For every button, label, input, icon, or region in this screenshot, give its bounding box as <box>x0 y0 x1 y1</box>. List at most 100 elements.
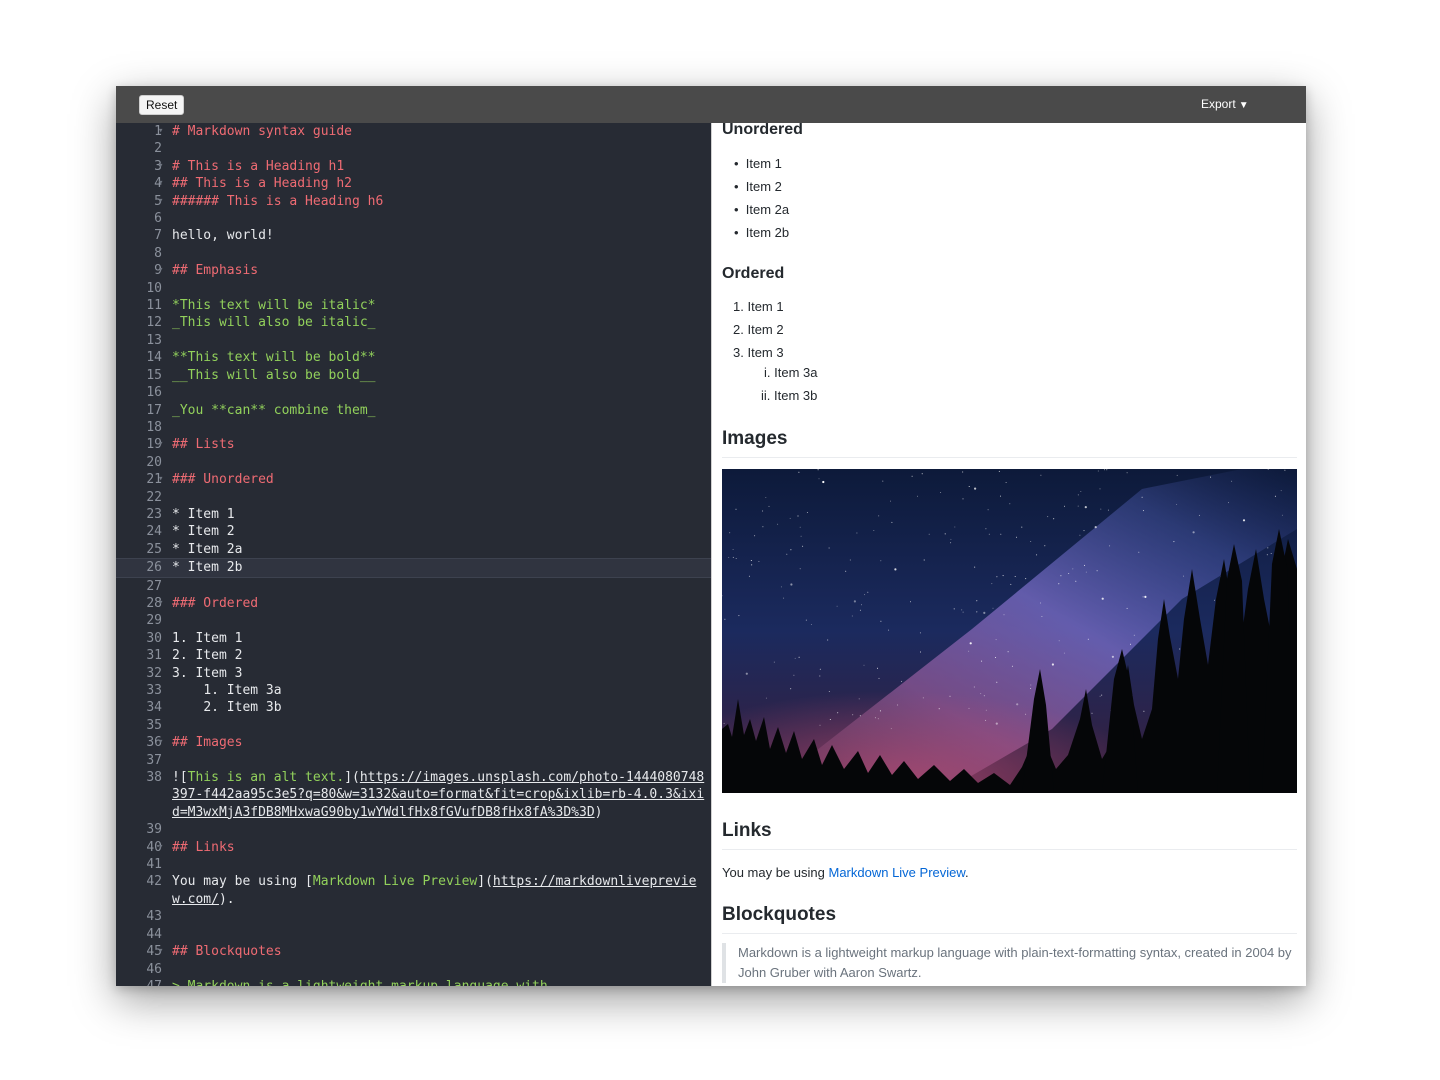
star <box>1099 695 1101 697</box>
star <box>890 500 891 502</box>
editor-line[interactable]: 26 * Item 2b <box>116 558 711 578</box>
editor-line[interactable]: 38 ![This is an alt text.](https://images… <box>116 769 711 821</box>
editor-line[interactable]: 46 <box>116 961 711 978</box>
editor-line[interactable]: 10 <box>116 280 711 297</box>
code-token: ## Emphasis <box>172 263 259 279</box>
fold-arrow-icon[interactable]: ▾ <box>158 436 163 453</box>
code-token: ### Ordered <box>172 595 259 611</box>
editor-line[interactable]: 8 <box>116 245 711 262</box>
editor-line[interactable]: 2 <box>116 140 711 157</box>
list-item: ii. Item 3b <box>761 388 817 403</box>
fold-arrow-icon[interactable]: ▾ <box>158 839 163 856</box>
star <box>1010 583 1012 585</box>
reset-button[interactable]: Reset <box>139 95 185 115</box>
star <box>798 656 800 658</box>
editor-line[interactable]: 4 ▾ ## This is a Heading h2 <box>116 175 711 192</box>
editor-line[interactable]: 25 * Item 2a <box>116 541 711 558</box>
editor-line[interactable]: 37 <box>116 752 711 769</box>
star <box>962 498 964 500</box>
editor-line[interactable]: 5 ▾ ###### This is a Heading h6 <box>116 193 711 210</box>
editor-line[interactable]: 43 <box>116 908 711 925</box>
markdown-live-preview-link[interactable]: Markdown Live Preview <box>828 865 965 880</box>
editor-line[interactable]: 19 ▾ ## Lists <box>116 436 711 453</box>
line-number: 27 <box>146 578 162 594</box>
star <box>748 575 750 577</box>
star <box>1183 575 1184 577</box>
editor-line[interactable]: 21 ▾ ### Unordered <box>116 471 711 488</box>
fold-arrow-icon[interactable]: ▾ <box>158 595 163 612</box>
editor-line[interactable]: 45 ▾ ## Blockquotes <box>116 943 711 960</box>
code-token: __This will also be bold__ <box>172 367 376 383</box>
editor-line[interactable]: 27 <box>116 578 711 595</box>
editor-line[interactable]: 7 hello, world! <box>116 227 711 244</box>
editor-line[interactable]: 29 <box>116 612 711 629</box>
star <box>1281 514 1283 516</box>
editor-line[interactable]: 40 ▾ ## Links <box>116 839 711 856</box>
editor-line[interactable]: 11 *This text will be italic* <box>116 297 711 314</box>
editor-line[interactable]: 17 _You **can** combine them_ <box>116 402 711 419</box>
fold-arrow-icon[interactable]: ▾ <box>158 262 163 279</box>
code-token: # This is a Heading h1 <box>172 158 345 174</box>
star <box>858 698 860 700</box>
editor-line[interactable]: 15 __This will also be bold__ <box>116 367 711 384</box>
export-dropdown[interactable]: Export ▼ <box>1201 96 1249 114</box>
line-number: 13 <box>146 332 162 348</box>
list-item: 2. Item 2 <box>733 322 784 337</box>
fold-arrow-icon[interactable]: ▾ <box>158 193 163 210</box>
editor-line[interactable]: 24 * Item 2 <box>116 523 711 540</box>
star <box>1100 508 1102 510</box>
fold-arrow-icon[interactable]: ▾ <box>158 175 163 192</box>
editor-line[interactable]: 30 1. Item 1 <box>116 630 711 647</box>
editor-line[interactable]: 16 <box>116 384 711 401</box>
editor-line[interactable]: 12 _This will also be italic_ <box>116 314 711 331</box>
heading-blockquotes: Blockquotes <box>722 904 837 925</box>
editor-line[interactable]: 13 <box>116 332 711 349</box>
star <box>735 508 737 510</box>
star <box>1072 568 1074 570</box>
fold-arrow-icon[interactable]: ▾ <box>158 158 163 175</box>
editor-line[interactable]: 6 <box>116 210 711 227</box>
editor-line[interactable]: 42 You may be using [Markdown Live Previe… <box>116 873 711 908</box>
star <box>962 471 964 473</box>
editor-line[interactable]: 20 <box>116 454 711 471</box>
fold-arrow-icon[interactable]: ▾ <box>158 734 163 751</box>
star <box>765 697 767 699</box>
star <box>921 473 923 475</box>
fold-arrow-icon[interactable]: ▾ <box>158 471 163 488</box>
line-number: 9 <box>154 263 162 279</box>
line-number: 43 <box>146 909 162 925</box>
editor-line[interactable]: 22 <box>116 489 711 506</box>
fold-arrow-icon[interactable]: ▾ <box>158 943 163 960</box>
editor-line[interactable]: 44 <box>116 926 711 943</box>
editor-line[interactable]: 33 1. Item 3a <box>116 682 711 699</box>
heading-divider <box>722 849 1297 850</box>
editor-line[interactable]: 47 > Markdown is a lightweight markup lan… <box>116 978 711 986</box>
editor-line[interactable]: 9 ▾ ## Emphasis <box>116 262 711 279</box>
editor-line[interactable]: 31 2. Item 2 <box>116 647 711 664</box>
star <box>1063 652 1065 654</box>
star <box>1214 599 1215 601</box>
editor-line[interactable]: 14 **This text will be bold** <box>116 349 711 366</box>
code-text: # This is a Heading h1 <box>162 158 708 175</box>
editor-line[interactable]: 39 <box>116 821 711 838</box>
editor-line[interactable]: 1 ▾ # Markdown syntax guide <box>116 123 711 140</box>
fold-arrow-icon[interactable]: ▾ <box>158 123 163 140</box>
toolbar: Reset Export ▼ <box>116 86 1306 123</box>
star <box>745 672 748 675</box>
editor-line[interactable]: 23 * Item 1 <box>116 506 711 523</box>
star <box>891 521 893 523</box>
editor-line[interactable]: 18 <box>116 419 711 436</box>
editor-line[interactable]: 41 <box>116 856 711 873</box>
editor-line[interactable]: 28 ▾ ### Ordered <box>116 595 711 612</box>
editor-line[interactable]: 36 ▾ ## Images <box>116 734 711 751</box>
star <box>786 553 788 555</box>
markdown-editor[interactable]: 1 ▾ # Markdown syntax guide 2 3 ▾ # This is a … <box>116 123 711 986</box>
editor-line[interactable]: 32 3. Item 3 <box>116 665 711 682</box>
line-number: 36 <box>146 735 162 751</box>
editor-line[interactable]: 34 2. Item 3b <box>116 699 711 716</box>
editor-line[interactable]: 3 ▾ # This is a Heading h1 <box>116 158 711 175</box>
code-text: You may be using [Markdown Live Preview]… <box>162 873 708 908</box>
editor-line[interactable]: 35 <box>116 717 711 734</box>
